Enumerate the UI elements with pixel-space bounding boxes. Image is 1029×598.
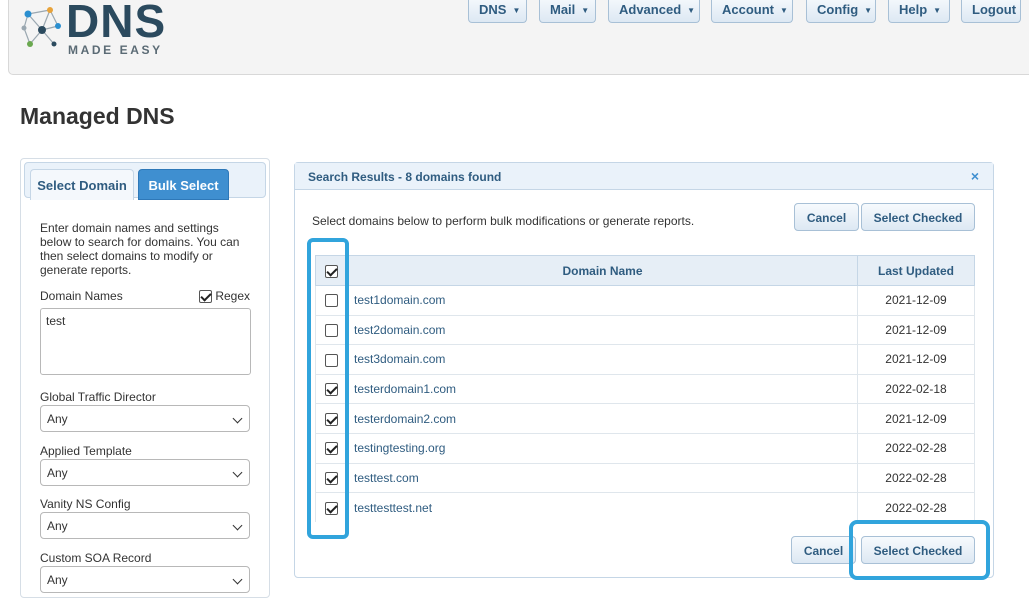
dns-made-easy-logo[interactable]: DNS MADE EASY bbox=[20, 0, 180, 62]
domain-name-cell[interactable]: test1domain.com bbox=[347, 285, 858, 316]
nav-dns[interactable]: DNS ▼ bbox=[468, 0, 527, 23]
nav-advanced[interactable]: Advanced ▼ bbox=[608, 0, 700, 23]
table-row: test3domain.com 2021-12-09 bbox=[315, 344, 975, 375]
last-updated-cell: 2021-12-09 bbox=[857, 344, 975, 375]
chevron-down-icon: ▼ bbox=[933, 6, 942, 16]
regex-option[interactable]: Regex bbox=[199, 289, 251, 304]
table-row: test2domain.com 2021-12-09 bbox=[315, 314, 975, 345]
domain-name-column-header[interactable]: Domain Name bbox=[347, 255, 858, 286]
logo-tagline: MADE EASY bbox=[68, 43, 163, 57]
domain-name-cell[interactable]: test2domain.com bbox=[347, 314, 858, 345]
last-updated-cell: 2021-12-09 bbox=[857, 314, 975, 345]
last-updated-column-header[interactable]: Last Updated bbox=[857, 255, 975, 286]
custom-soa-record-label: Custom SOA Record bbox=[40, 551, 152, 565]
chevron-down-icon bbox=[232, 574, 243, 585]
chevron-down-icon: ▼ bbox=[864, 6, 873, 16]
global-traffic-director-label: Global Traffic Director bbox=[40, 390, 156, 404]
domain-name-cell[interactable]: testerdomain1.com bbox=[347, 373, 858, 404]
nav-mail[interactable]: Mail ▼ bbox=[539, 0, 596, 23]
chevron-down-icon: ▼ bbox=[780, 6, 788, 16]
nav-logout[interactable]: Logout bbox=[961, 0, 1021, 23]
table-row: testtest.com 2022-02-28 bbox=[315, 462, 975, 493]
select-checked-button-top[interactable]: Select Checked bbox=[861, 203, 975, 231]
results-table: Domain Name Last Updated test1domain.com… bbox=[315, 255, 975, 523]
domain-name-cell[interactable]: testerdomain2.com bbox=[347, 403, 858, 434]
regex-checkbox[interactable] bbox=[199, 290, 212, 304]
table-header-row: Domain Name Last Updated bbox=[315, 255, 975, 286]
last-updated-cell: 2022-02-28 bbox=[857, 462, 975, 493]
search-results-panel: Search Results - 8 domains found × Selec… bbox=[294, 162, 994, 578]
domain-name-cell[interactable]: testtesttest.net bbox=[347, 492, 858, 523]
chevron-down-icon: ▼ bbox=[512, 6, 521, 16]
select-checked-highlight bbox=[849, 520, 990, 580]
nav-account[interactable]: Account ▼ bbox=[711, 0, 793, 23]
vanity-ns-config-label: Vanity NS Config bbox=[40, 497, 131, 511]
applied-template-select[interactable]: Any bbox=[40, 459, 250, 486]
chevron-down-icon bbox=[232, 520, 243, 531]
global-traffic-director-select[interactable]: Any bbox=[40, 405, 250, 432]
nav-config[interactable]: Config ▼ bbox=[806, 0, 876, 23]
domain-name-cell[interactable]: testingtesting.org bbox=[347, 432, 858, 464]
applied-template-label: Applied Template bbox=[40, 444, 132, 458]
panel-description: Enter domain names and settings below to… bbox=[40, 221, 240, 277]
bulk-select-panel: Select Domain Bulk Select Enter domain n… bbox=[20, 158, 270, 598]
table-row: test1domain.com 2021-12-09 bbox=[315, 285, 975, 316]
chevron-down-icon: ▼ bbox=[581, 6, 590, 16]
cancel-button-top[interactable]: Cancel bbox=[794, 203, 859, 231]
last-updated-cell: 2022-02-28 bbox=[857, 492, 975, 523]
checkbox-column-highlight bbox=[307, 238, 349, 539]
tab-bulk-select[interactable]: Bulk Select bbox=[138, 169, 229, 200]
last-updated-cell: 2021-12-09 bbox=[857, 285, 975, 316]
domain-names-input[interactable]: test bbox=[40, 308, 251, 375]
chevron-down-icon bbox=[232, 467, 243, 478]
domain-name-cell[interactable]: testtest.com bbox=[347, 462, 858, 493]
chevron-down-icon bbox=[232, 413, 243, 424]
cancel-button-bottom[interactable]: Cancel bbox=[791, 536, 856, 564]
domain-name-cell[interactable]: test3domain.com bbox=[347, 344, 858, 375]
table-row: testtesttest.net 2022-02-28 bbox=[315, 492, 975, 523]
table-row: testerdomain1.com 2022-02-18 bbox=[315, 373, 975, 404]
custom-soa-record-select[interactable]: Any bbox=[40, 566, 250, 593]
results-description: Select domains below to perform bulk mod… bbox=[312, 214, 695, 228]
last-updated-cell: 2021-12-09 bbox=[857, 403, 975, 434]
logo-wordmark: DNS bbox=[66, 0, 167, 47]
network-logo-icon bbox=[21, 7, 61, 47]
page-title: Managed DNS bbox=[20, 103, 175, 129]
domain-names-label: Domain Names bbox=[40, 289, 123, 303]
close-icon[interactable]: × bbox=[971, 168, 979, 184]
results-header-title: Search Results - 8 domains found bbox=[308, 170, 502, 184]
table-row: testerdomain2.com 2021-12-09 bbox=[315, 403, 975, 434]
regex-label: Regex bbox=[215, 289, 251, 303]
chevron-down-icon: ▼ bbox=[687, 6, 696, 16]
results-header: Search Results - 8 domains found × bbox=[295, 163, 993, 190]
panel-tabs: Select Domain Bulk Select bbox=[24, 162, 266, 200]
nav-help[interactable]: Help ▼ bbox=[888, 0, 950, 23]
tab-select-domain[interactable]: Select Domain bbox=[30, 169, 134, 200]
last-updated-cell: 2022-02-28 bbox=[857, 432, 975, 464]
last-updated-cell: 2022-02-18 bbox=[857, 373, 975, 404]
table-row: testingtesting.org 2022-02-28 bbox=[315, 432, 975, 464]
vanity-ns-config-select[interactable]: Any bbox=[40, 512, 250, 539]
